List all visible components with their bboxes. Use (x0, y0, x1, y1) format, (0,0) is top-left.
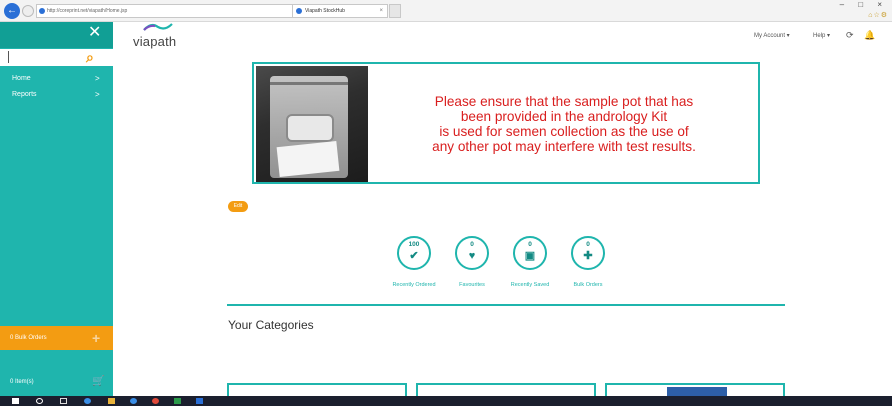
heart-icon: ♥ (468, 250, 476, 262)
file-explorer-icon[interactable] (108, 398, 115, 404)
sidebar-header: ✕ (0, 22, 113, 48)
search-taskbar-icon[interactable] (36, 398, 43, 404)
tile-count: 100 (408, 241, 420, 248)
category-card[interactable] (416, 383, 596, 397)
url-text: http://coreprint.net/viapath/Home.jsp (47, 8, 128, 14)
chevron-right-icon: > (95, 90, 100, 99)
tile-circle[interactable]: 100 ✔ (397, 236, 431, 270)
tile-label[interactable]: Recently Ordered (384, 282, 444, 288)
tab-favicon-icon (296, 8, 302, 14)
instruction-leaflet (276, 140, 340, 178)
cart-icon[interactable]: 🛒 (92, 372, 104, 392)
browser-tab[interactable]: Viapath StockHub × (292, 4, 388, 18)
bulk-orders-bar[interactable]: 0 Bulk Orders + (0, 326, 113, 350)
banner-line: Please ensure that the sample pot that h… (434, 94, 694, 109)
tile-count: 0 (586, 241, 590, 248)
tile-label[interactable]: Favourites (442, 282, 502, 288)
browser-tools-icon[interactable]: ⌂☆⚙ (868, 11, 888, 19)
task-view-icon[interactable] (60, 398, 67, 404)
browser-chrome: ← http://coreprint.net/viapath/Home.jsp … (0, 0, 892, 22)
category-card[interactable] (227, 383, 407, 397)
sidebar-item-home[interactable]: Home > (0, 72, 113, 86)
banner-line: any other pot may interfere with test re… (432, 139, 696, 154)
outlook-icon[interactable] (196, 398, 203, 404)
tile-count: 0 (470, 241, 474, 248)
banner-message: Please ensure that the sample pot that h… (372, 94, 756, 154)
categories-title: Your Categories (228, 318, 314, 332)
sample-kit-photo (256, 66, 368, 182)
tile-label[interactable]: Bulk Orders (558, 282, 618, 288)
site-favicon-icon (39, 8, 45, 14)
save-icon: ▣ (524, 250, 536, 262)
cart-items-label: 0 Item(s) (10, 379, 34, 385)
forward-arrow-icon[interactable] (22, 5, 34, 17)
chrome-icon[interactable] (152, 398, 159, 404)
close-icon[interactable]: ✕ (88, 25, 101, 41)
start-icon[interactable] (12, 398, 19, 404)
sidebar-item-reports[interactable]: Reports > (0, 88, 113, 102)
bulk-orders-label: 0 Bulk Orders (10, 335, 47, 341)
plus-icon: ✚ (583, 250, 593, 262)
search-icon[interactable]: ⌕ (86, 50, 94, 64)
ie-icon[interactable] (130, 398, 137, 404)
notification-icon[interactable]: 🔔 (864, 30, 875, 41)
sidebar-item-label: Reports (12, 91, 37, 98)
search-input[interactable]: ⌕ (0, 49, 113, 66)
cart-summary[interactable]: 0 Item(s) 🛒 (0, 372, 113, 392)
refresh-icon[interactable]: ⟳ (846, 30, 854, 41)
tab-close-icon[interactable]: × (379, 5, 383, 17)
edge-icon[interactable] (84, 398, 91, 404)
banner-line: been provided in the andrology Kit (460, 109, 668, 124)
banner-line: is used for semen collection as the use … (439, 124, 689, 139)
edit-button[interactable]: Edit (228, 201, 248, 212)
check-icon: ✔ (409, 250, 419, 262)
notice-banner: Please ensure that the sample pot that h… (252, 62, 760, 184)
section-divider (227, 304, 785, 306)
tab-title: Viapath StockHub (305, 8, 345, 14)
back-arrow-icon[interactable]: ← (4, 3, 20, 19)
tile-circle[interactable]: 0 ✚ (571, 236, 605, 270)
chevron-right-icon: > (95, 74, 100, 83)
logo-swoosh-icon (143, 23, 173, 31)
tile-count: 0 (528, 241, 532, 248)
window-controls[interactable]: – □ × (840, 0, 888, 9)
plus-icon[interactable]: + (92, 326, 100, 350)
my-account-menu[interactable]: My Account ▾ (754, 32, 790, 39)
viapath-logo[interactable]: viapath (133, 23, 177, 49)
sample-pot (286, 114, 334, 142)
logo-text: viapath (133, 34, 177, 49)
taskbar (0, 396, 892, 406)
category-card[interactable] (605, 383, 785, 397)
new-tab-button[interactable] (389, 4, 401, 18)
tile-label[interactable]: Recently Saved (500, 282, 560, 288)
sidebar-item-label: Home (12, 75, 31, 82)
bag-seal (270, 82, 348, 85)
tile-circle[interactable]: 0 ♥ (455, 236, 489, 270)
tile-circle[interactable]: 0 ▣ (513, 236, 547, 270)
excel-icon[interactable] (174, 398, 181, 404)
sidebar: ✕ ⌕ Home > Reports > 0 Bulk Orders + 0 I… (0, 22, 113, 396)
text-caret (8, 51, 9, 63)
help-menu[interactable]: Help ▾ (813, 32, 830, 39)
